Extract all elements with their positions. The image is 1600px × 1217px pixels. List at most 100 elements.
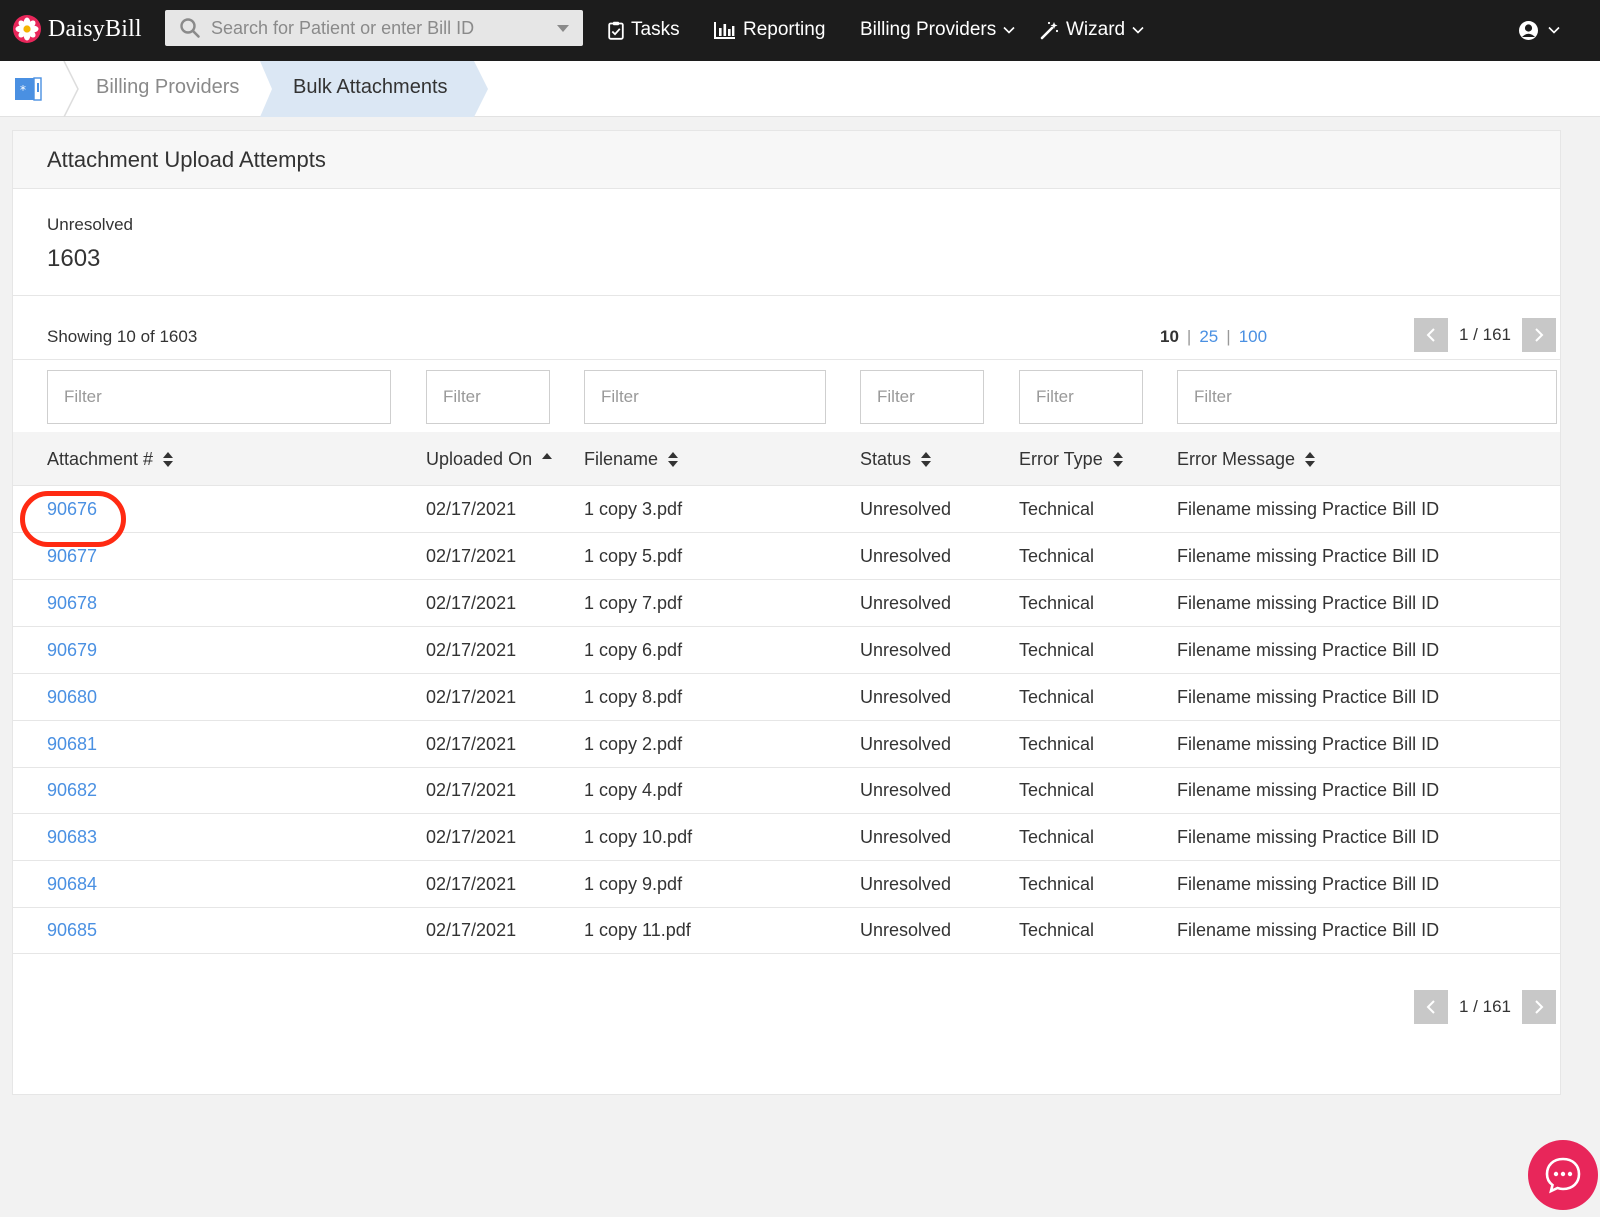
status: Unresolved (860, 780, 952, 800)
error-message: Filename missing Practice Bill ID (1177, 687, 1440, 707)
error-message: Filename missing Practice Bill ID (1177, 499, 1440, 519)
chevron-right-icon (1535, 328, 1544, 342)
breadcrumb: * Billing Providers Bulk Attachments (0, 61, 1600, 117)
per-page-separator: | (1226, 327, 1231, 346)
caret-down-icon[interactable] (557, 24, 569, 32)
filter-error-message-input[interactable]: Filter (1177, 370, 1557, 424)
uploaded-date: 02/17/2021 (426, 780, 517, 800)
col-status[interactable]: Status (860, 449, 932, 470)
col-error-message[interactable]: Error Message (1177, 449, 1316, 470)
top-navbar: DaisyBill Search for Patient or enter Bi… (0, 0, 1600, 61)
highlight-annotation (20, 491, 126, 547)
bar-chart-icon (714, 22, 735, 39)
attachment-link[interactable]: 90679 (47, 640, 97, 661)
magic-wand-icon (1040, 21, 1059, 39)
filename: 1 copy 3.pdf (584, 499, 683, 519)
error-message: Filename missing Practice Bill ID (1177, 874, 1440, 894)
sort-icon (668, 452, 679, 467)
breadcrumb-billing-providers[interactable]: Billing Providers (96, 76, 239, 99)
attachment-link[interactable]: 90678 (47, 593, 97, 614)
chevron-left-icon (1426, 1000, 1435, 1014)
svg-text:*: * (20, 83, 26, 97)
col-attachment[interactable]: Attachment # (47, 449, 174, 470)
attachment-link[interactable]: 90681 (47, 734, 97, 755)
error-type: Technical (1019, 640, 1095, 660)
sort-icon (163, 452, 174, 467)
user-menu[interactable] (1518, 16, 1567, 44)
table-row: 90681 02/17/2021 1 copy 2.pdf Unresolved Tec… (13, 721, 1560, 768)
attachment-link[interactable]: 90677 (47, 546, 97, 567)
filename: 1 copy 11.pdf (584, 920, 691, 940)
status: Unresolved (860, 734, 952, 754)
breadcrumb-bulk-attachments: Bulk Attachments (293, 76, 448, 98)
col-filename[interactable]: Filename (584, 449, 679, 470)
chevron-left-icon (1426, 328, 1435, 342)
col-filename-label: Filename (584, 449, 659, 469)
app-name: DaisyBill (48, 15, 142, 42)
filter-attachment-input[interactable]: Filter (47, 370, 391, 424)
error-type: Technical (1019, 593, 1095, 613)
status: Unresolved (860, 874, 952, 894)
nav-tasks[interactable]: Tasks (608, 16, 680, 44)
error-type: Technical (1019, 546, 1095, 566)
filename: 1 copy 4.pdf (584, 780, 683, 800)
error-message: Filename missing Practice Bill ID (1177, 640, 1440, 660)
page-indicator: 1 / 161 (1459, 997, 1511, 1016)
unresolved-count: 1603 (47, 245, 101, 272)
filter-uploaded-input[interactable]: Filter (426, 370, 550, 424)
nav-billing-providers[interactable]: Billing Providers (860, 16, 1022, 44)
col-error-type[interactable]: Error Type (1019, 449, 1123, 470)
filename: 1 copy 9.pdf (584, 874, 683, 894)
next-page-button[interactable] (1522, 990, 1556, 1024)
col-uploaded[interactable]: Uploaded On (426, 449, 553, 470)
uploaded-date: 02/17/2021 (426, 593, 517, 613)
nav-reporting[interactable]: Reporting (714, 16, 825, 44)
daisy-logo-icon (13, 15, 41, 43)
filter-error-type-input[interactable]: Filter (1019, 370, 1143, 424)
prev-page-button[interactable] (1414, 318, 1448, 352)
sort-asc-icon (542, 453, 553, 459)
workers-comp-icon[interactable]: * (14, 75, 42, 103)
filename: 1 copy 2.pdf (584, 734, 683, 754)
uploaded-date: 02/17/2021 (426, 546, 517, 566)
nav-wizard[interactable]: Wizard (1040, 16, 1151, 44)
col-uploaded-label: Uploaded On (426, 449, 533, 469)
search-input[interactable]: Search for Patient or enter Bill ID (165, 10, 583, 46)
prev-page-button[interactable] (1414, 990, 1448, 1024)
user-circle-icon (1519, 20, 1538, 40)
next-page-button[interactable] (1522, 318, 1556, 352)
status: Unresolved (860, 593, 952, 613)
sort-icon (921, 452, 932, 467)
attachment-link[interactable]: 90683 (47, 827, 97, 848)
uploaded-date: 02/17/2021 (426, 499, 517, 519)
status: Unresolved (860, 687, 952, 707)
clipboard-check-icon (608, 21, 624, 40)
attachment-link[interactable]: 90684 (47, 874, 97, 895)
per-page-25[interactable]: 25 (1199, 327, 1218, 347)
search-placeholder: Search for Patient or enter Bill ID (211, 17, 475, 38)
sort-icon (1305, 452, 1316, 467)
nav-reporting-label: Reporting (743, 19, 826, 40)
filter-filename-input[interactable]: Filter (584, 370, 826, 424)
logo[interactable]: DaisyBill (12, 13, 142, 45)
chat-button[interactable] (1528, 1140, 1598, 1210)
table-row: 90684 02/17/2021 1 copy 9.pdf Unresolved Tec… (13, 861, 1560, 908)
error-type: Technical (1019, 687, 1095, 707)
showing-count: Showing 10 of 1603 (47, 327, 198, 346)
attachment-link[interactable]: 90685 (47, 920, 97, 941)
per-page-10[interactable]: 10 (1160, 327, 1179, 347)
error-message: Filename missing Practice Bill ID (1177, 546, 1440, 566)
filename: 1 copy 8.pdf (584, 687, 683, 707)
filename: 1 copy 7.pdf (584, 593, 683, 613)
filename: 1 copy 10.pdf (584, 827, 693, 847)
status: Unresolved (860, 640, 952, 660)
uploaded-date: 02/17/2021 (426, 827, 517, 847)
per-page-100[interactable]: 100 (1239, 327, 1267, 347)
status: Unresolved (860, 827, 952, 847)
attachment-link[interactable]: 90682 (47, 780, 97, 801)
uploaded-date: 02/17/2021 (426, 874, 517, 894)
filter-status-input[interactable]: Filter (860, 370, 984, 424)
attachment-link[interactable]: 90680 (47, 687, 97, 708)
page-title: Attachment Upload Attempts (47, 147, 326, 172)
table-row: 90685 02/17/2021 1 copy 11.pdf Unresolved Te… (13, 907, 1560, 954)
